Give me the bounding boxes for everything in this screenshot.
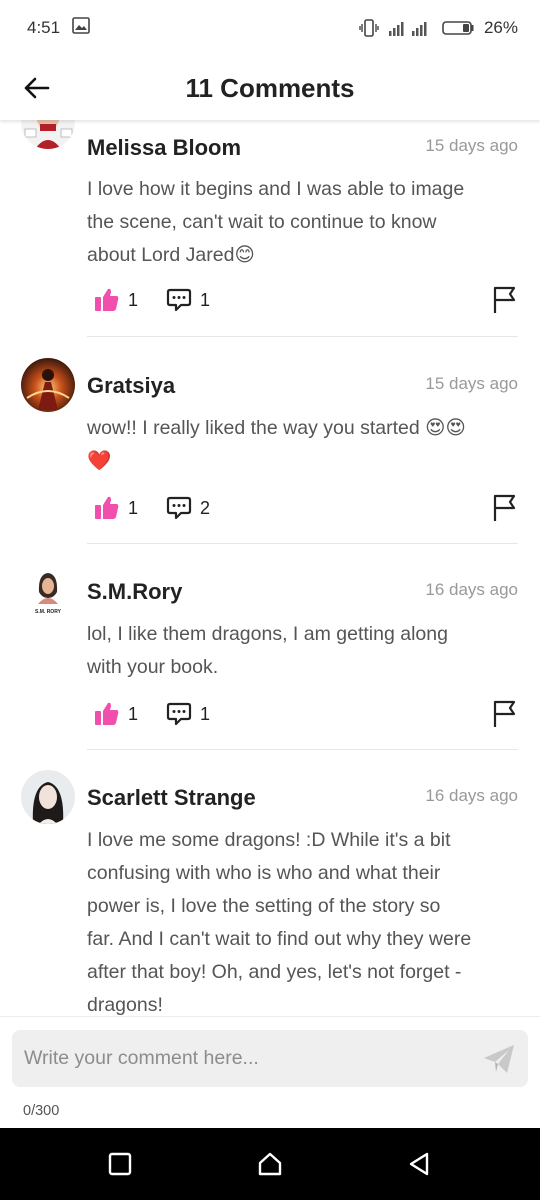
send-icon[interactable]: [482, 1042, 516, 1076]
flag-icon[interactable]: [492, 700, 518, 728]
gallery-icon: [72, 17, 90, 39]
signal-icon: [388, 19, 432, 37]
like-count: 1: [128, 497, 139, 518]
comment-line: confusing with who is who and what their: [87, 862, 441, 884]
battery-percent: 26%: [483, 18, 518, 37]
comment-line: I love how it begins and I was able to i…: [87, 178, 465, 200]
divider: [87, 543, 518, 544]
reply-button[interactable]: 2: [166, 494, 210, 522]
vibrate-icon: [359, 18, 379, 38]
comment-body: I love how it begins and I was able to i…: [87, 173, 515, 272]
comment-time: 15 days ago: [425, 136, 518, 155]
avatar[interactable]: [21, 770, 75, 824]
comment-line: with your book.: [87, 656, 219, 678]
reply-bubble-icon: [166, 702, 192, 726]
thumbs-up-icon: [95, 288, 119, 311]
comment-input[interactable]: [12, 1030, 528, 1087]
like-button[interactable]: 1: [94, 494, 138, 522]
flag-icon[interactable]: [492, 494, 518, 522]
status-time: 4:51: [27, 18, 61, 37]
comment-composer: 0/300: [0, 1016, 540, 1128]
battery-icon: [441, 20, 475, 36]
avatar-text: S.M. RORY: [35, 609, 62, 615]
reply-bubble-icon: [166, 288, 192, 312]
flag-icon[interactable]: [492, 286, 518, 314]
emoji: ❤️: [87, 450, 112, 472]
author-name[interactable]: Melissa Bloom: [87, 135, 241, 161]
comment-time: 16 days ago: [425, 786, 518, 805]
status-bar: 4:51 26%: [0, 0, 540, 56]
comment-line: wow!! I really liked the way you started…: [87, 412, 515, 445]
comment-body: wow!! I really liked the way you started…: [87, 412, 515, 478]
like-button[interactable]: 1: [94, 286, 138, 314]
reply-count: 1: [200, 703, 211, 724]
home-nav-icon[interactable]: [256, 1150, 284, 1178]
square-nav-icon[interactable]: [106, 1150, 134, 1178]
comment-line: far. And I can't wait to find out why th…: [87, 928, 472, 950]
char-count: 0/300: [23, 1103, 60, 1119]
avatar[interactable]: S.M. RORY: [21, 564, 75, 618]
comment-body: I love me some dragons! :D While it's a …: [87, 824, 515, 1016]
comment-actions: 1 1: [94, 286, 518, 314]
comment-line: lol, I like them dragons, I am getting a…: [87, 623, 448, 645]
divider: [87, 336, 518, 337]
comment-line: dragons!: [87, 994, 163, 1016]
comment-line: power is, I love the setting of the stor…: [87, 895, 441, 917]
author-name[interactable]: Scarlett Strange: [87, 785, 256, 811]
comment-line: I love me some dragons! :D While it's a …: [87, 829, 451, 851]
comment-actions: 1 2: [94, 494, 518, 522]
comment-line: about Lord Jared😊: [87, 239, 515, 272]
back-nav-icon[interactable]: [405, 1150, 433, 1178]
emoji: 😊: [234, 244, 255, 266]
avatar[interactable]: [21, 358, 75, 412]
comment-actions: 1 1: [94, 700, 518, 728]
comment-time: 15 days ago: [425, 374, 518, 393]
like-count: 1: [128, 289, 139, 310]
system-nav-bar: [0, 1128, 540, 1200]
reply-button[interactable]: 1: [166, 286, 210, 314]
author-name[interactable]: Gratsiya: [87, 373, 175, 399]
reply-count: 1: [200, 289, 211, 310]
like-button[interactable]: 1: [94, 700, 138, 728]
thumbs-up-icon: [95, 496, 119, 519]
app-header: 11 Comments: [0, 56, 540, 120]
reply-button[interactable]: 1: [166, 700, 210, 728]
reply-bubble-icon: [166, 496, 192, 520]
author-name[interactable]: S.M.Rory: [87, 579, 182, 605]
avatar[interactable]: [21, 120, 75, 149]
comment-line-text: about Lord Jared: [87, 244, 235, 266]
like-count: 1: [128, 703, 139, 724]
comment-list[interactable]: Melissa Bloom 15 days ago I love how it …: [0, 120, 540, 1016]
comment-line: the scene, can't wait to continue to kno…: [87, 211, 437, 233]
comment-line: after that boy! Oh, and yes, let's not f…: [87, 961, 462, 983]
reply-count: 2: [200, 497, 211, 518]
emoji: 😍😍: [425, 417, 466, 439]
comment-line-text: wow!! I really liked the way you started: [87, 417, 426, 439]
page-title: 11 Comments: [185, 73, 355, 103]
comment-body: lol, I like them dragons, I am getting a…: [87, 618, 515, 684]
divider: [87, 749, 518, 750]
comment-time: 16 days ago: [425, 580, 518, 599]
thumbs-up-icon: [95, 702, 119, 725]
